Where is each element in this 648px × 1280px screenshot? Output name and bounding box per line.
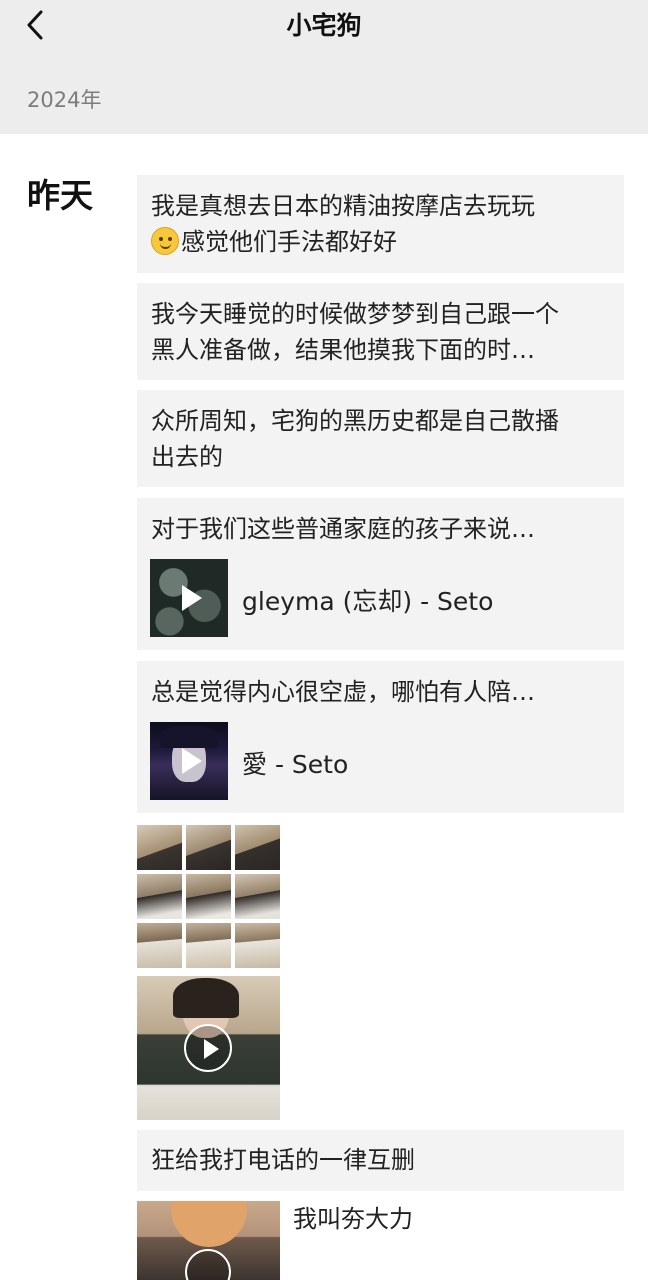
song-title: gleyma (忘却) - Seto	[242, 587, 494, 616]
music-post-card[interactable]: 总是觉得内心很空虚，哪怕有人陪… 愛 - Seto	[137, 661, 624, 813]
post-text-line: 众所周知，宅狗的黑历史都是自己散播	[151, 407, 559, 435]
post-text-line: 我今天睡觉的时候做梦梦到自己跟一个	[151, 300, 559, 328]
photo-thumbnail[interactable]	[235, 874, 280, 919]
photo-thumbnail[interactable]	[137, 825, 182, 870]
post-text-line: 我是真想去日本的精油按摩店去玩玩	[151, 192, 535, 220]
smile-emoji-icon	[151, 227, 179, 255]
post-text-line: 出去的	[151, 443, 223, 471]
anime-hair-shape	[160, 726, 218, 748]
page-title: 小宅狗	[286, 11, 362, 40]
music-post-card[interactable]: 对于我们这些普通家庭的孩子来说… gleyma (忘却) - Seto	[137, 498, 624, 650]
play-circle-icon	[184, 1024, 232, 1072]
album-thumbnail[interactable]	[150, 559, 228, 637]
post-text-line: 对于我们这些普通家庭的孩子来说…	[151, 515, 535, 543]
video-thumbnail[interactable]	[137, 976, 280, 1120]
post-card[interactable]: 狂给我打电话的一律互删	[137, 1130, 624, 1191]
post-card[interactable]: 我今天睡觉的时候做梦梦到自己跟一个 黑人准备做，结果他摸我下面的时…	[137, 283, 624, 380]
person-hair-shape	[173, 978, 239, 1018]
post-card[interactable]: 众所周知，宅狗的黑历史都是自己散播 出去的	[137, 390, 624, 487]
post-text-line: 总是觉得内心很空虚，哪怕有人陪…	[151, 678, 535, 706]
photo-thumbnail[interactable]	[235, 825, 280, 870]
photo-thumbnail[interactable]	[186, 825, 231, 870]
play-icon	[182, 748, 202, 774]
album-thumbnail[interactable]	[150, 722, 228, 800]
nav-header: 小宅狗 2024年	[0, 0, 648, 134]
play-circle-icon	[185, 1249, 231, 1280]
photo-thumbnail[interactable]	[137, 923, 182, 968]
photo-thumbnail[interactable]	[186, 874, 231, 919]
play-icon	[182, 585, 202, 611]
cartoon-face-shape	[171, 1201, 247, 1247]
photo-thumbnail[interactable]	[137, 874, 182, 919]
day-label: 昨天	[27, 176, 93, 215]
post-caption: 我叫夯大力	[293, 1205, 413, 1233]
song-title: 愛 - Seto	[242, 750, 349, 779]
post-text-line: 感觉他们手法都好好	[181, 228, 397, 256]
post-text-line: 黑人准备做，结果他摸我下面的时…	[151, 336, 535, 364]
post-card[interactable]: 我是真想去日本的精油按摩店去玩玩 感觉他们手法都好好	[137, 175, 624, 273]
year-label: 2024年	[27, 88, 102, 112]
photo-thumbnail[interactable]	[186, 923, 231, 968]
photo-thumbnail[interactable]	[137, 1201, 280, 1280]
photo-grid	[137, 825, 280, 968]
post-text-line: 狂给我打电话的一律互删	[151, 1146, 415, 1174]
photo-thumbnail[interactable]	[235, 923, 280, 968]
